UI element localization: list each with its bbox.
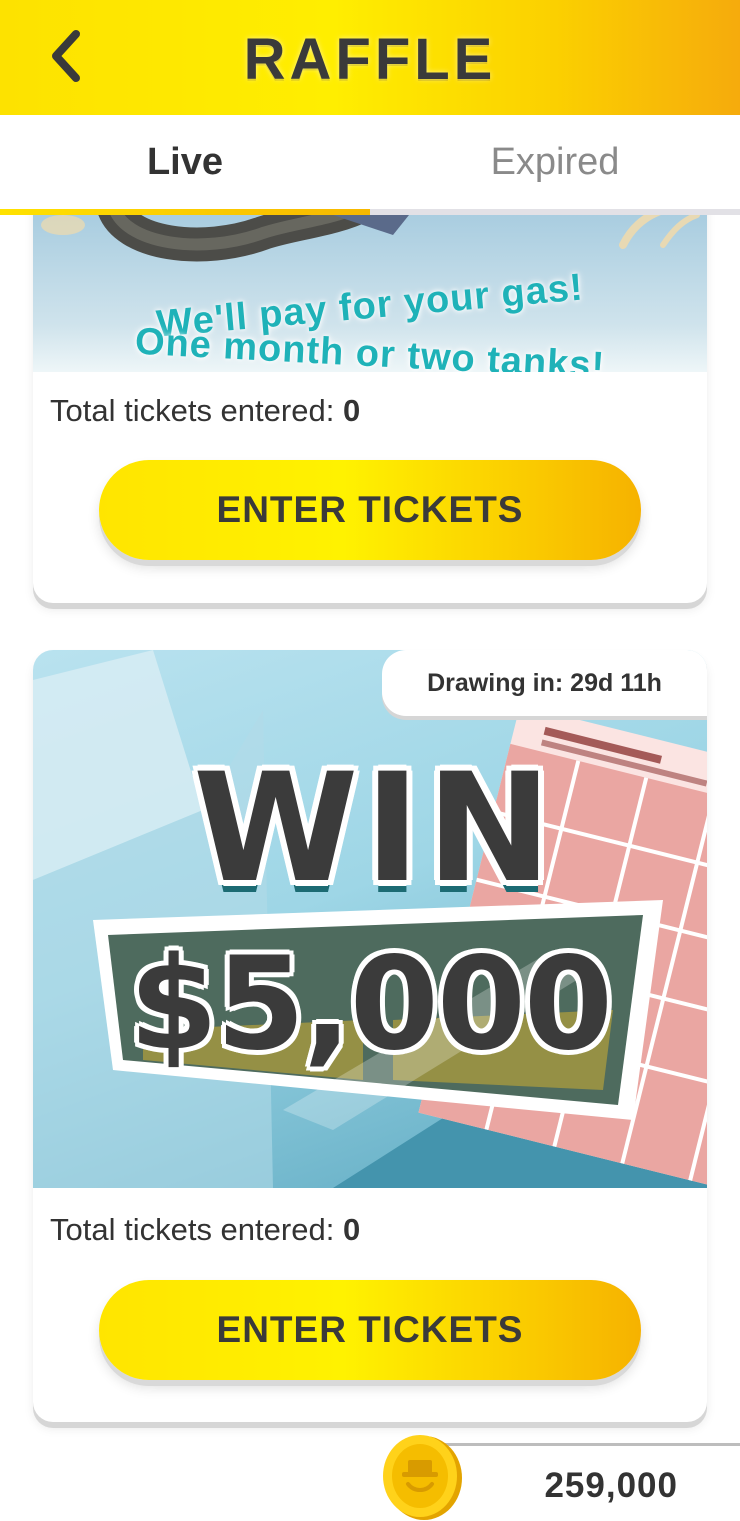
calendar-illustration	[33, 650, 707, 1188]
tab-active-indicator	[0, 209, 370, 215]
tab-bar: Live Expired	[0, 115, 740, 215]
raffle-card-5000: WIN $5,000 Drawing in: 29d 11h Total tic…	[33, 650, 707, 1422]
tickets-entered-text: Total tickets entered: 0	[50, 393, 360, 429]
enter-tickets-button[interactable]: ENTER TICKETS	[99, 460, 641, 560]
coin-balance-bar[interactable]: 259,000	[430, 1443, 740, 1521]
banner-win-word: WIN	[193, 742, 558, 916]
raffle-screen: RAFFLE We'll pay for your gas! One month…	[0, 0, 740, 1521]
raffle-banner-gas[interactable]: We'll pay for your gas! One month or two…	[33, 215, 707, 372]
top-bar: RAFFLE	[0, 0, 740, 115]
raffle-card-gas: We'll pay for your gas! One month or two…	[33, 160, 707, 603]
raffle-banner-5000[interactable]: WIN $5,000	[33, 650, 707, 1188]
tickets-entered-label: Total tickets entered:	[50, 1212, 335, 1247]
drawing-countdown-badge: Drawing in: 29d 11h	[382, 650, 707, 716]
enter-tickets-button[interactable]: ENTER TICKETS	[99, 1280, 641, 1380]
tab-live[interactable]: Live	[0, 115, 370, 209]
tickets-entered-text: Total tickets entered: 0	[50, 1212, 360, 1248]
page-title: RAFFLE	[243, 27, 497, 92]
banner-prize-amount: $5,000	[129, 930, 613, 1079]
tickets-entered-count: 0	[342, 393, 361, 428]
tickets-entered-count: 0	[342, 1212, 361, 1247]
tickets-entered-label: Total tickets entered:	[50, 393, 335, 428]
gold-coin-icon	[383, 1435, 462, 1520]
coin-balance: 259,000	[544, 1466, 678, 1505]
tab-expired[interactable]: Expired	[370, 115, 740, 209]
